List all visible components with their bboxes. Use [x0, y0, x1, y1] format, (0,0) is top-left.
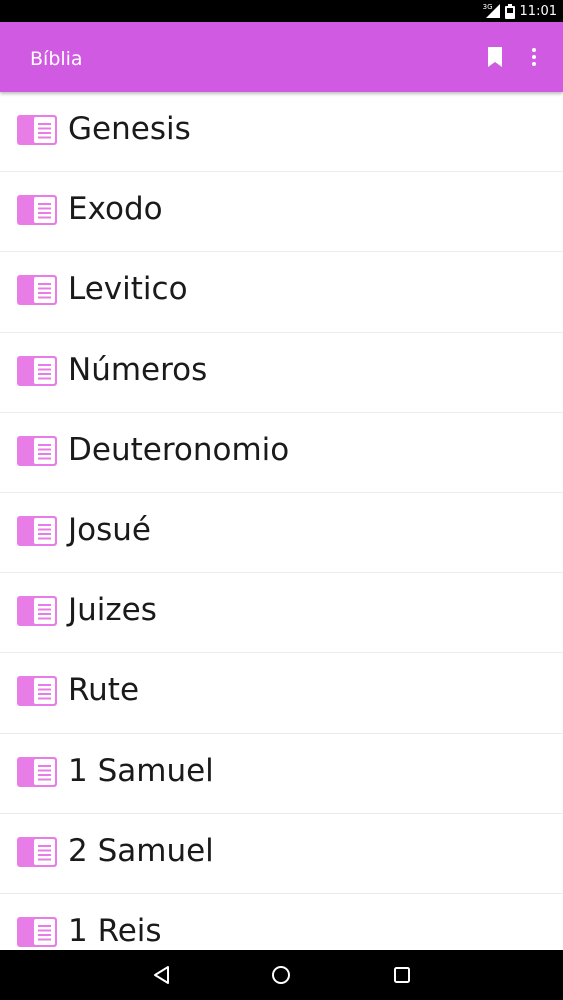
book-icon	[17, 836, 57, 867]
book-icon	[17, 115, 57, 145]
book-list-item[interactable]: 2 Samuel	[0, 814, 563, 894]
book-name: Josué	[68, 511, 151, 548]
book-list-item[interactable]: Exodo	[0, 172, 563, 253]
book-icon	[17, 435, 57, 466]
book-icon	[17, 275, 57, 306]
book-name: 1 Samuel	[68, 752, 214, 789]
home-button[interactable]	[268, 962, 294, 988]
book-name: 2 Samuel	[68, 832, 214, 869]
bookmark-icon	[488, 47, 502, 67]
app-bar: Bíblia	[0, 22, 563, 92]
signal-icon	[485, 4, 500, 18]
book-list-item[interactable]: Levitico	[0, 252, 563, 333]
home-icon	[272, 966, 290, 984]
book-icon	[17, 596, 57, 627]
status-clock: 11:01	[519, 3, 557, 19]
book-name: Juizes	[68, 592, 157, 629]
recents-icon	[394, 967, 410, 983]
book-name: Números	[68, 351, 208, 388]
book-icon	[17, 756, 57, 787]
bookmark-button[interactable]	[485, 46, 505, 68]
book-list-item[interactable]: Rute	[0, 653, 563, 734]
book-name: Genesis	[68, 111, 191, 147]
status-bar: 3G 11:01	[0, 0, 563, 22]
more-vert-icon	[532, 48, 536, 66]
book-icon	[17, 195, 57, 226]
book-name: Exodo	[68, 191, 163, 228]
book-name: 1 Reis	[68, 912, 162, 949]
book-list-item[interactable]: Genesis	[0, 92, 563, 173]
book-icon	[17, 916, 57, 947]
more-options-button[interactable]	[527, 46, 541, 68]
book-list-item[interactable]: 1 Samuel	[0, 734, 563, 814]
back-icon	[154, 966, 169, 984]
book-icon	[17, 515, 57, 546]
recents-button[interactable]	[389, 962, 415, 988]
book-list: Genesis Exodo Levitico Números Deuterono…	[0, 92, 563, 950]
book-name: Deuteronomio	[68, 431, 290, 468]
book-icon	[17, 355, 57, 386]
status-icons: 3G 11:01	[483, 0, 557, 22]
book-list-item[interactable]: Josué	[0, 493, 563, 574]
book-list-item[interactable]: Juizes	[0, 573, 563, 654]
navigation-bar	[0, 950, 563, 1000]
book-name: Levitico	[68, 271, 188, 308]
book-list-item[interactable]: Deuteronomio	[0, 413, 563, 493]
book-icon	[17, 676, 57, 707]
book-list-item[interactable]: 1 Reis	[0, 894, 563, 950]
book-name: Rute	[68, 672, 140, 709]
book-list-item[interactable]: Números	[0, 333, 563, 413]
battery-icon	[504, 3, 515, 19]
back-button[interactable]	[149, 962, 175, 988]
app-title: Bíblia	[30, 48, 83, 70]
